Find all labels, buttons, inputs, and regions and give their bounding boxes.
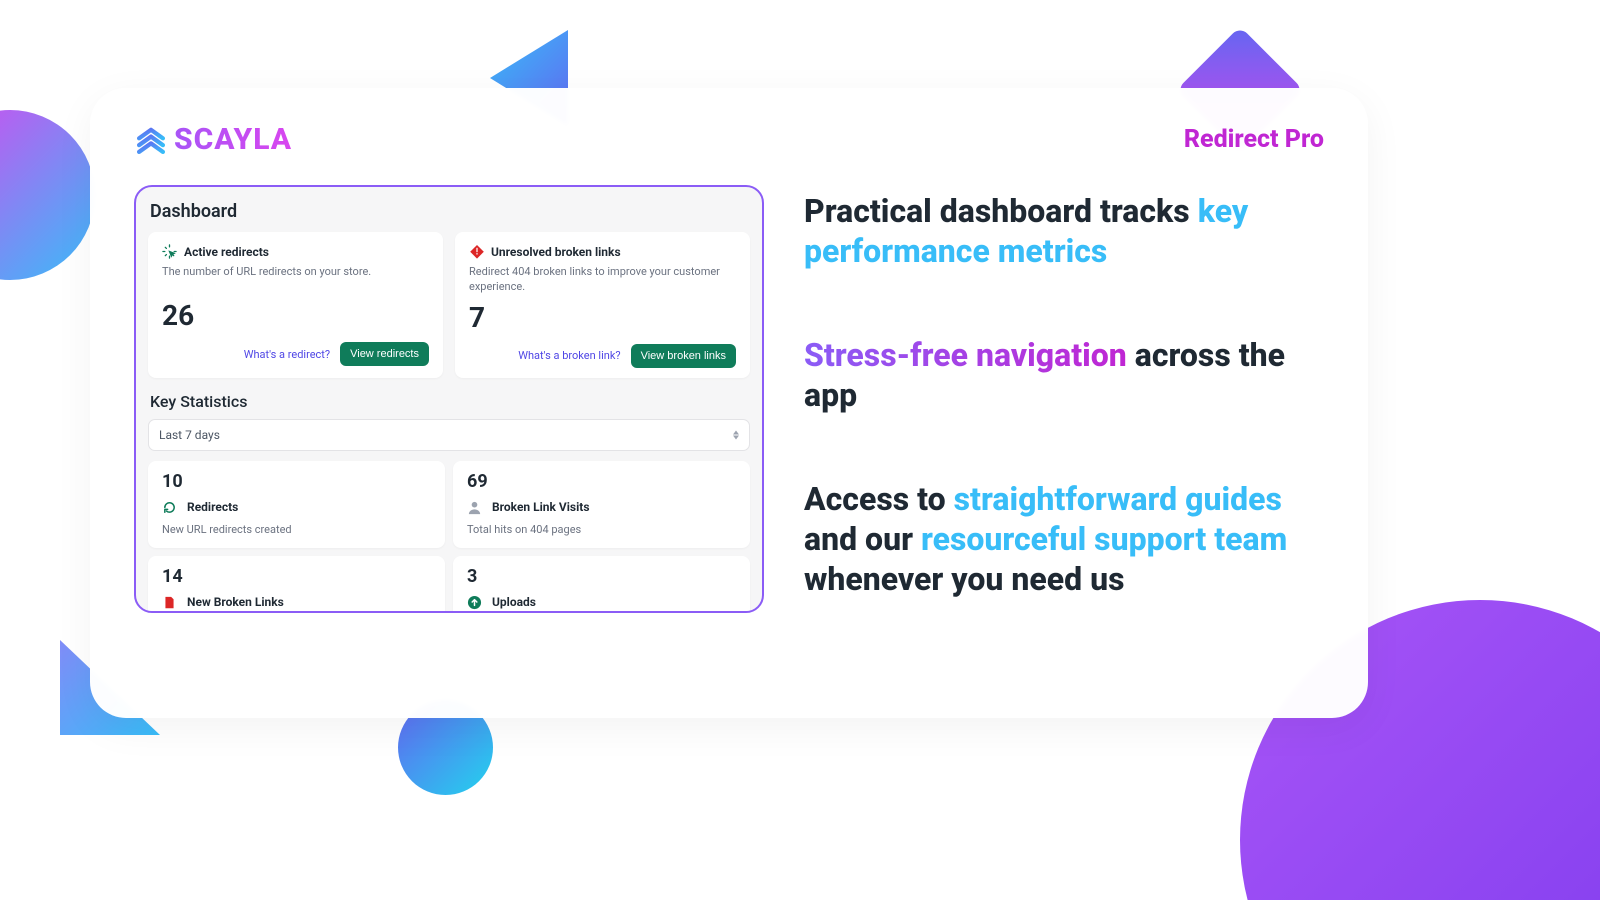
dashboard-panel: Dashboard Active redirects The number of… [134, 185, 764, 613]
bullet-2: Stress-free navigation across the app [804, 335, 1324, 415]
whats-a-redirect-link[interactable]: What's a redirect? [244, 348, 330, 361]
active-redirects-value: 26 [162, 299, 429, 332]
upload-icon [467, 595, 482, 610]
stat-broken-visits: 69 Broken Link Visits Total hits on 404 … [453, 461, 750, 548]
stat-new-broken: 14 New Broken Links [148, 556, 445, 613]
broken-links-heading: Unresolved broken links [491, 245, 621, 259]
stat-redirects-value: 10 [162, 471, 431, 492]
feature-bullets: Practical dashboard tracks key performan… [804, 185, 1324, 613]
view-broken-links-button[interactable]: View broken links [631, 344, 736, 368]
broken-links-card: Unresolved broken links Redirect 404 bro… [455, 232, 750, 378]
refresh-icon [162, 500, 177, 515]
stat-redirects-desc: New URL redirects created [162, 523, 431, 536]
view-redirects-button[interactable]: View redirects [340, 342, 429, 366]
stat-broken-visits-label: Broken Link Visits [492, 500, 590, 514]
stat-broken-visits-desc: Total hits on 404 pages [467, 523, 736, 536]
active-redirects-sub: The number of URL redirects on your stor… [162, 265, 429, 293]
brand-logo: SCAYLA [134, 122, 292, 157]
active-redirects-heading: Active redirects [184, 245, 269, 259]
whats-a-broken-link-link[interactable]: What's a broken link? [518, 349, 620, 362]
stat-uploads: 3 Uploads [453, 556, 750, 613]
dashboard-title: Dashboard [148, 199, 750, 232]
warning-diamond-icon [469, 244, 484, 259]
marketing-card: SCAYLA Redirect Pro Dashboard Active red… [90, 88, 1368, 718]
stat-broken-visits-value: 69 [467, 471, 736, 492]
date-range-value: Last 7 days [159, 428, 220, 442]
broken-links-value: 7 [469, 301, 736, 334]
active-redirects-card: Active redirects The number of URL redir… [148, 232, 443, 378]
stat-redirects-label: Redirects [187, 500, 238, 514]
stat-uploads-value: 3 [467, 566, 736, 587]
brand-name: SCAYLA [174, 122, 292, 157]
decor-circle-top-left [0, 110, 95, 280]
key-statistics-heading: Key Statistics [148, 378, 750, 419]
bullet-3: Access to straightforward guides and our… [804, 479, 1324, 599]
date-range-select[interactable]: Last 7 days [148, 419, 750, 451]
broken-links-sub: Redirect 404 broken links to improve you… [469, 265, 736, 295]
stat-new-broken-value: 14 [162, 566, 431, 587]
person-icon [467, 500, 482, 515]
logo-icon [134, 123, 168, 157]
product-name: Redirect Pro [1184, 125, 1324, 154]
chevron-updown-icon [733, 430, 739, 439]
file-icon [162, 595, 177, 610]
cursor-click-icon [162, 244, 177, 259]
stat-redirects: 10 Redirects New URL redirects created [148, 461, 445, 548]
stat-new-broken-label: New Broken Links [187, 595, 284, 609]
bullet-1: Practical dashboard tracks key performan… [804, 191, 1324, 271]
stat-uploads-label: Uploads [492, 595, 536, 609]
